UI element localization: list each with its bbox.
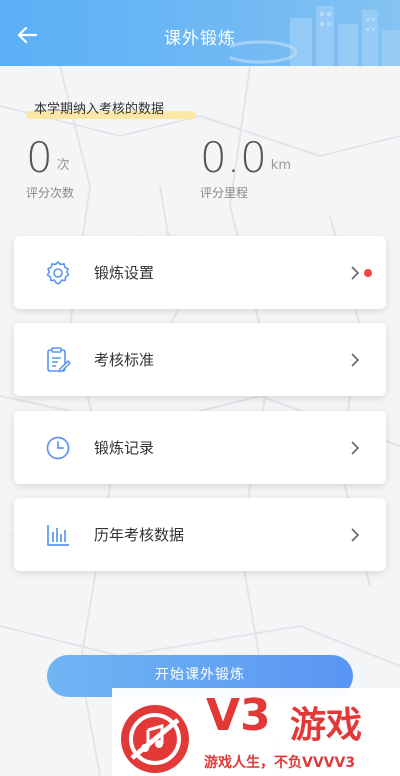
clipboard-edit-icon bbox=[44, 346, 72, 374]
score-count-label: 评分次数 bbox=[26, 186, 75, 200]
menu-item-label: 考核标准 bbox=[94, 351, 155, 369]
app-header: 课外锻炼 bbox=[0, 0, 400, 66]
menu-item-label: 锻炼设置 bbox=[94, 264, 155, 282]
chevron-right-icon bbox=[350, 440, 360, 456]
watermark-logo-icon bbox=[121, 705, 189, 773]
exercise-page: 课外锻炼 本学期纳入考核的数据 0 次 评分次数 0.0 km 评分里程 锻炼设… bbox=[0, 0, 400, 776]
menu-item-label: 历年考核数据 bbox=[94, 526, 185, 544]
watermark-brand-suffix: 游戏 bbox=[290, 705, 363, 746]
page-title: 课外锻炼 bbox=[164, 29, 236, 49]
menu-item-exercise-settings[interactable]: 锻炼设置 bbox=[14, 236, 386, 309]
watermark-brand: V3 bbox=[206, 690, 271, 741]
score-distance-label: 评分里程 bbox=[200, 186, 249, 200]
chevron-right-icon bbox=[350, 352, 360, 368]
semester-data-label: 本学期纳入考核的数据 bbox=[34, 102, 165, 117]
chevron-right-icon bbox=[350, 527, 360, 543]
chevron-right-icon bbox=[350, 265, 360, 281]
watermark: V3 游戏 游戏人生，不负VVVV3 bbox=[112, 688, 400, 776]
score-count-unit: 次 bbox=[56, 158, 70, 173]
notification-badge bbox=[364, 269, 372, 277]
bar-chart-icon bbox=[44, 521, 72, 549]
score-count-stat: 0 次 评分次数 bbox=[26, 134, 74, 201]
clock-icon bbox=[44, 434, 72, 462]
menu-item-assessment-standard[interactable]: 考核标准 bbox=[14, 323, 386, 396]
menu-item-label: 锻炼记录 bbox=[94, 439, 155, 457]
score-distance-unit: km bbox=[270, 158, 291, 173]
score-count-value: 0 bbox=[26, 133, 53, 182]
gear-icon bbox=[44, 259, 72, 287]
menu-item-historical-assessment[interactable]: 历年考核数据 bbox=[14, 498, 386, 571]
score-distance-stat: 0.0 km 评分里程 bbox=[200, 134, 291, 201]
watermark-slogan: 游戏人生，不负VVVV3 bbox=[204, 755, 356, 771]
score-distance-value: 0.0 bbox=[200, 133, 267, 182]
menu-item-exercise-records[interactable]: 锻炼记录 bbox=[14, 411, 386, 484]
